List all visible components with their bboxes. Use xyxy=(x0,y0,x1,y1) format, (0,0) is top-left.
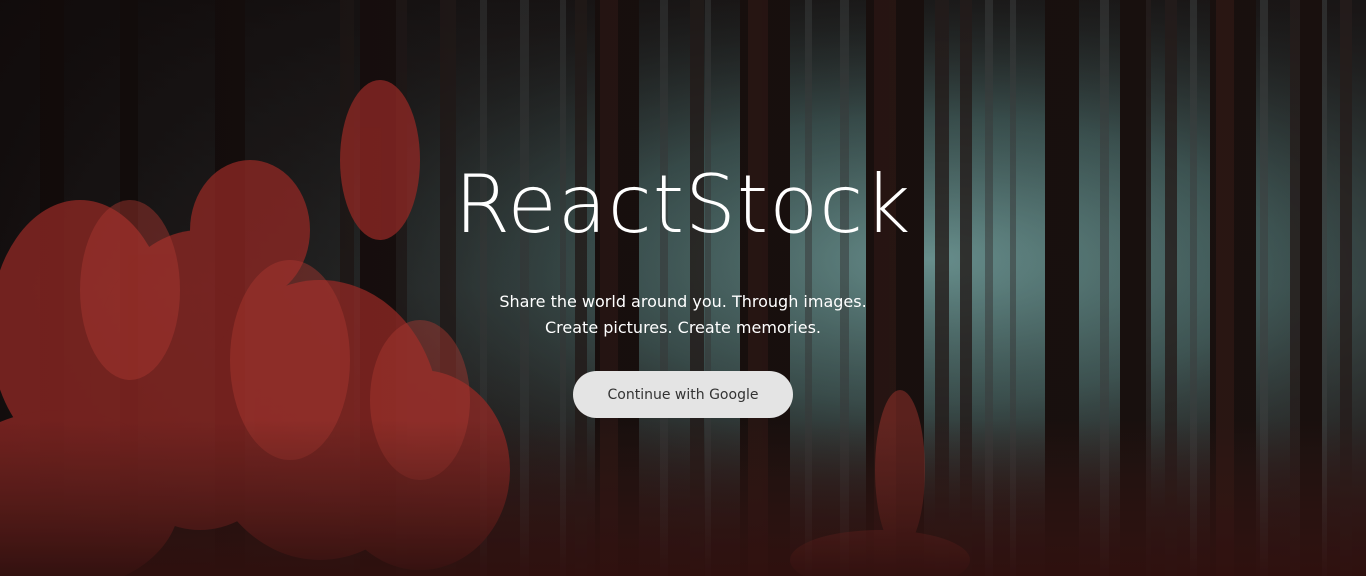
hero-content: ReactStock Share the world around you. T… xyxy=(0,0,1366,576)
tagline-line-2: Create pictures. Create memories. xyxy=(545,318,821,337)
tagline-line-1: Share the world around you. Through imag… xyxy=(499,292,867,311)
continue-with-google-button[interactable]: Continue with Google xyxy=(573,371,793,418)
hero-section: ReactStock Share the world around you. T… xyxy=(0,0,1366,576)
brand-title: ReactStock xyxy=(454,158,912,251)
